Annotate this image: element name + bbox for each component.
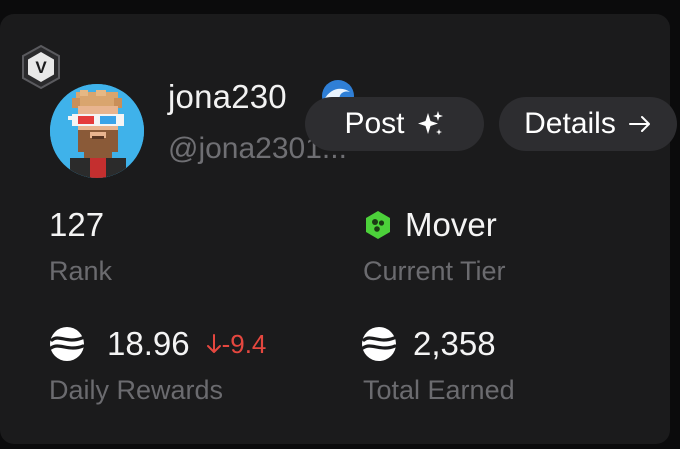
profile-card: V jona230 @jona2301... Post Details 127 … [0, 14, 677, 444]
tier-name: Mover [405, 206, 497, 243]
daily-rewards-label: Daily Rewards [49, 375, 224, 405]
v-badge-icon: V [18, 44, 64, 90]
post-button[interactable]: Post [305, 97, 484, 151]
rank-value: 127 [49, 206, 105, 243]
daily-change-value: -9.4 [221, 328, 267, 359]
arrow-down-icon [206, 333, 221, 353]
total-earned-label: Total Earned [363, 375, 515, 405]
post-button-label: Post [344, 107, 405, 140]
daily-rewards-number: 18.96 [107, 325, 190, 362]
sparkle-icon [417, 111, 443, 135]
tier-gem-icon [366, 211, 390, 239]
tier-value: Mover [363, 206, 497, 244]
rank-label: Rank [49, 256, 113, 286]
avatar[interactable] [50, 84, 144, 178]
badge-letter: V [35, 58, 47, 77]
daily-change: -9.4 [206, 328, 267, 360]
token-icon [49, 327, 85, 361]
details-button-label: Details [524, 107, 616, 140]
details-button[interactable]: Details [499, 97, 677, 151]
tier-label: Current Tier [363, 256, 506, 286]
daily-rewards-value: 18.96 -9.4 [49, 325, 266, 363]
total-earned-number: 2,358 [413, 325, 496, 362]
pixel-avatar-image [50, 84, 144, 178]
username: jona230 [168, 78, 287, 115]
arrow-right-icon [628, 116, 650, 132]
token-icon [361, 327, 397, 361]
total-earned-value: 2,358 [361, 325, 496, 363]
